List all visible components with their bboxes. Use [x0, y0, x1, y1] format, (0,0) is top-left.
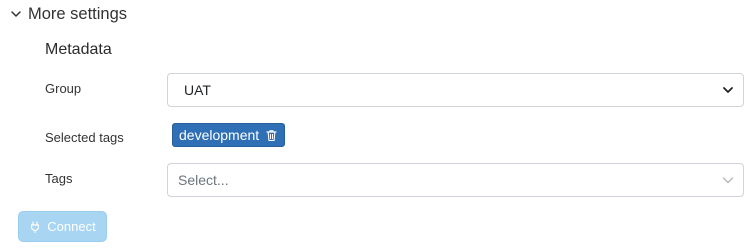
plug-icon — [31, 220, 40, 233]
more-settings-toggle[interactable]: More settings — [10, 4, 127, 24]
trash-icon[interactable] — [265, 129, 278, 142]
chevron-down-icon — [722, 177, 734, 184]
tag-chip: development — [172, 123, 286, 147]
tags-placeholder: Select... — [178, 172, 229, 188]
connect-label: Connect — [47, 219, 96, 234]
tags-label: Tags — [45, 171, 73, 186]
group-select[interactable]: UAT — [167, 73, 744, 107]
tags-select[interactable]: Select... — [167, 163, 744, 197]
metadata-title: Metadata — [45, 41, 112, 58]
connect-button[interactable]: Connect — [18, 211, 107, 242]
chevron-down-icon — [723, 87, 733, 93]
group-value: UAT — [184, 82, 211, 98]
more-settings-label: More settings — [28, 4, 128, 23]
chevron-down-icon — [11, 11, 21, 17]
tag-label: development — [179, 127, 260, 143]
group-label: Group — [45, 81, 82, 96]
selected-tags-label: Selected tags — [45, 130, 124, 145]
